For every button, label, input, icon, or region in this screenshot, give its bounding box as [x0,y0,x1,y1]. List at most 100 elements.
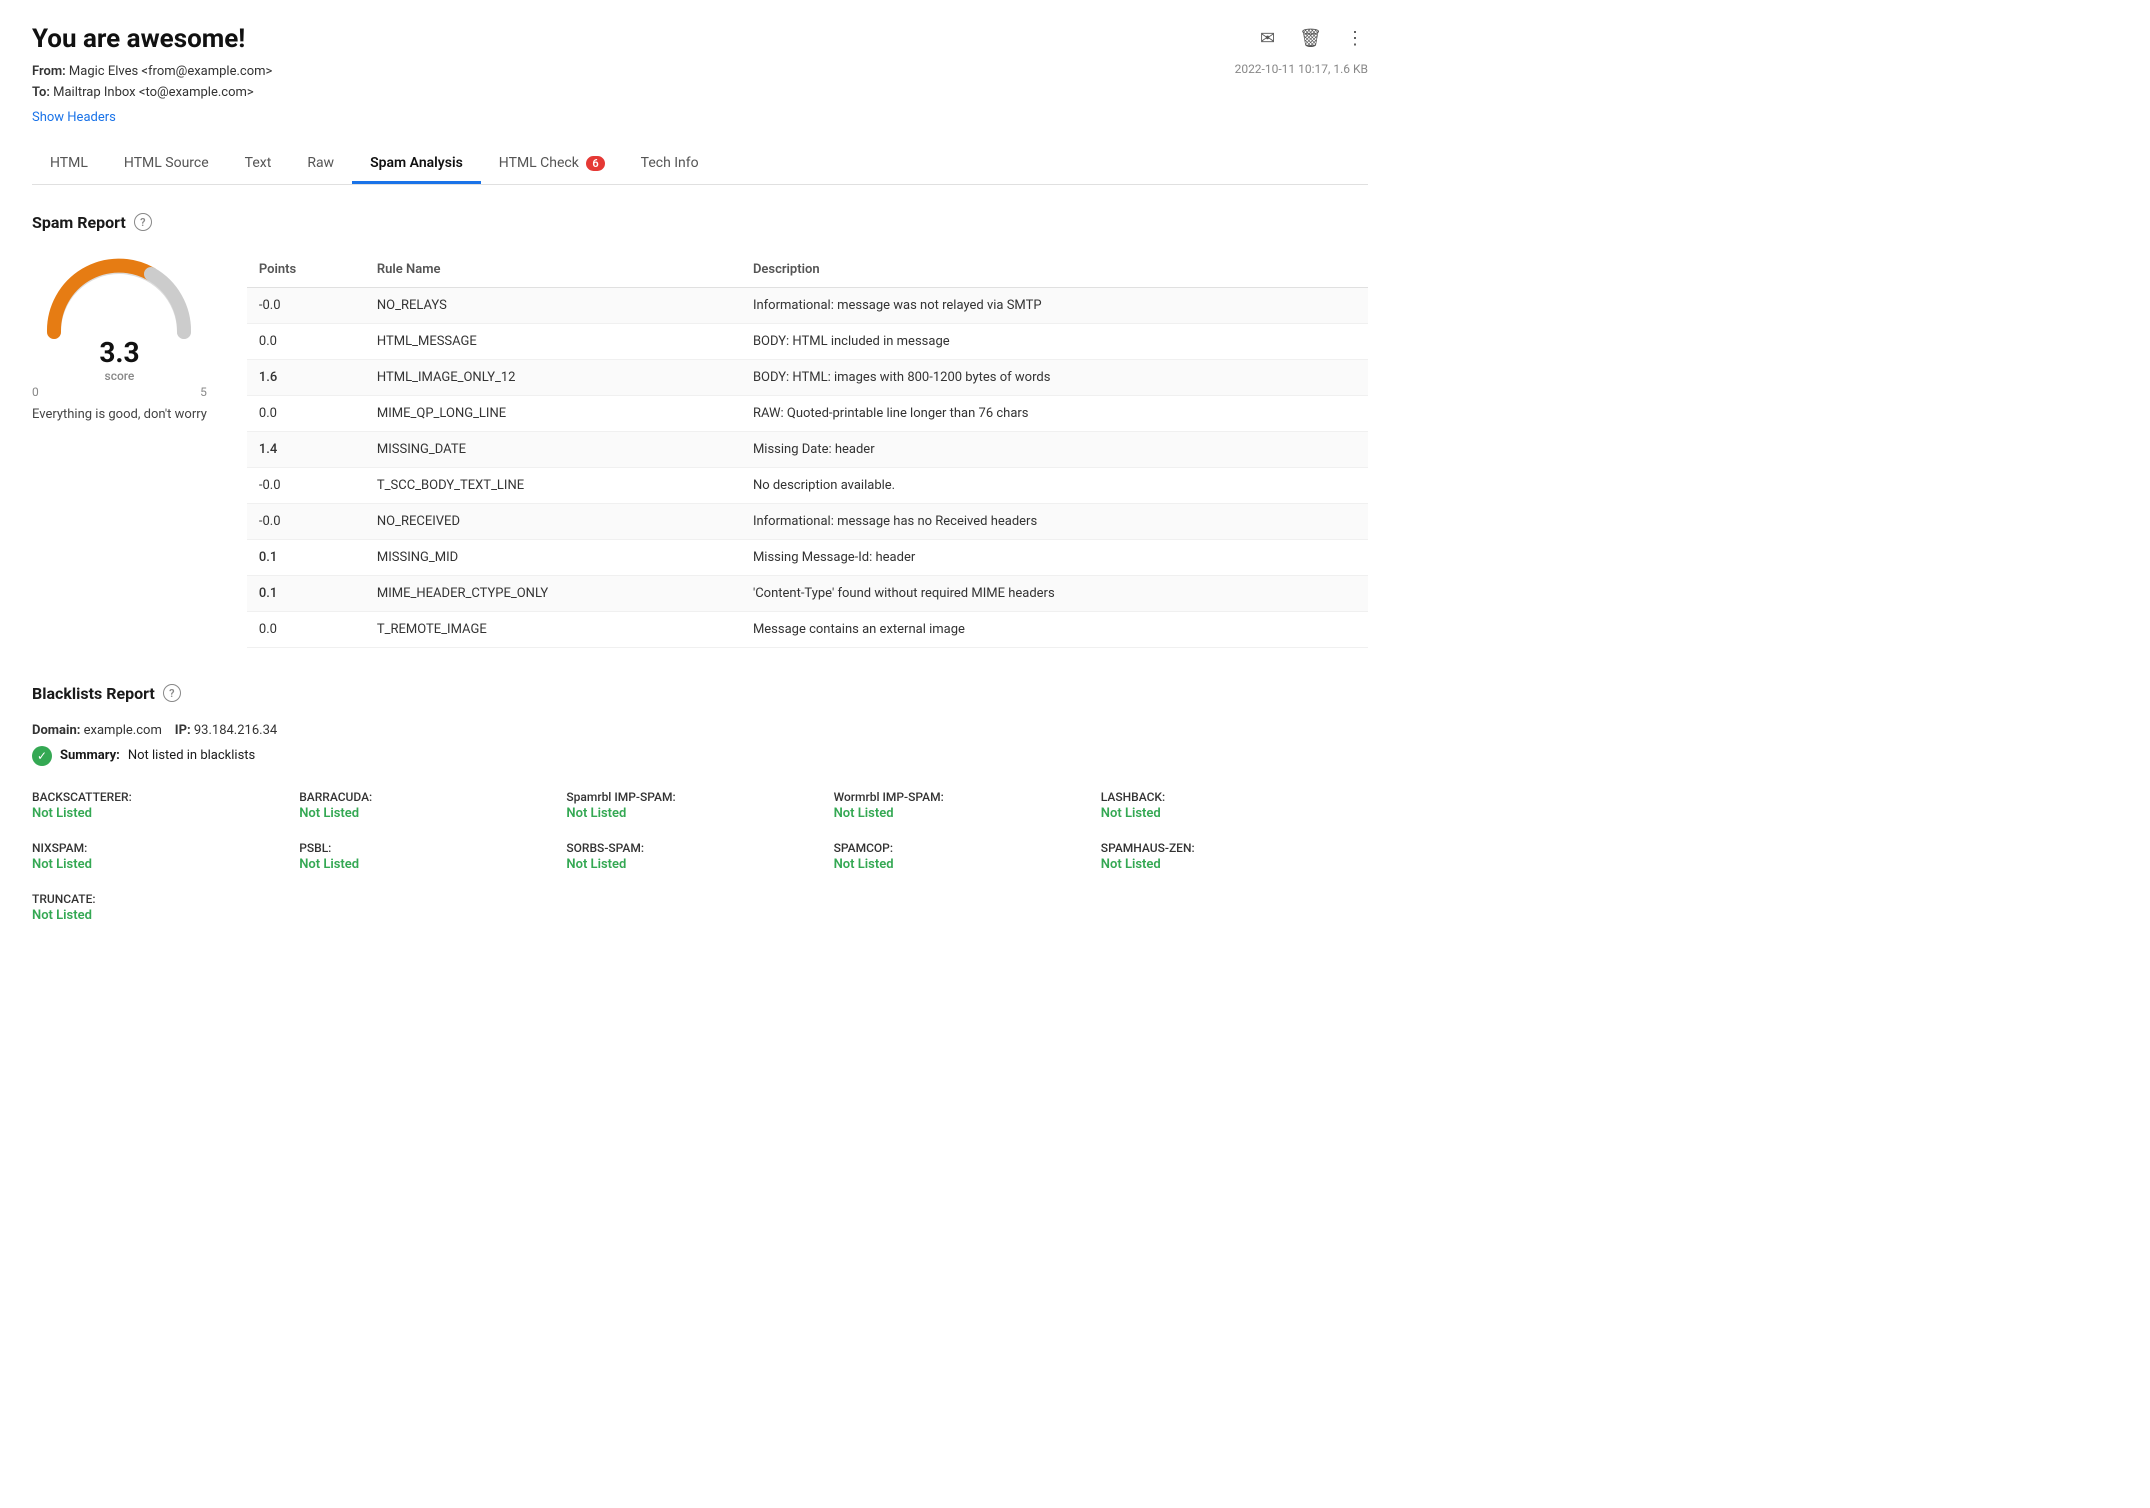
spam-table: Points Rule Name Description -0.0NO_RELA… [247,252,1368,648]
spam-table-body: -0.0NO_RELAYSInformational: message was … [247,287,1368,647]
to-line: To: Mailtrap Inbox <to@example.com> [32,83,272,104]
tab-text[interactable]: Text [227,145,290,184]
show-headers-link[interactable]: Show Headers [32,110,116,125]
cell-rule: MIME_HEADER_CTYPE_ONLY [365,575,741,611]
header-actions: ✉ 🗑 ⋮ [1256,24,1368,53]
bl-label: TRUNCATE: [32,892,299,906]
cell-rule: MISSING_DATE [365,431,741,467]
cell-rule: MISSING_MID [365,539,741,575]
list-item: SPAMHAUS-ZEN: Not Listed [1101,837,1368,876]
bl-value: Not Listed [32,908,299,923]
domain-value: example.com [84,723,162,738]
spam-report-help-icon[interactable]: ? [134,213,152,231]
bl-label: Wormrbl IMP-SPAM: [834,790,1101,804]
cell-description: Informational: message has no Received h… [741,503,1368,539]
cell-rule: HTML_MESSAGE [365,323,741,359]
bl-value: Not Listed [834,857,1101,872]
cell-points: -0.0 [247,287,365,323]
spam-report-section-title: Spam Report ? [32,213,1368,232]
gauge-svg [39,252,199,342]
cell-description: RAW: Quoted-printable line longer than 7… [741,395,1368,431]
check-icon: ✓ [32,746,52,766]
list-item: NIXSPAM:Not Listed [32,837,299,876]
cell-rule: NO_RELAYS [365,287,741,323]
bl-value: Not Listed [834,806,1101,821]
blacklists-summary: ✓ Summary: Not listed in blacklists [32,746,1368,766]
cell-points: 0.0 [247,395,365,431]
cell-description: BODY: HTML included in message [741,323,1368,359]
gauge-container: 3.3 score 0 5 Everything is good, don't … [32,252,207,422]
cell-rule: T_SCC_BODY_TEXT_LINE [365,467,741,503]
cell-points: 0.0 [247,611,365,647]
tab-tech-info[interactable]: Tech Info [623,145,717,184]
tab-spam-analysis[interactable]: Spam Analysis [352,145,481,184]
table-row: 0.0T_REMOTE_IMAGEMessage contains an ext… [247,611,1368,647]
tab-html-source[interactable]: HTML Source [106,145,227,184]
list-item: Wormrbl IMP-SPAM: Not Listed [834,786,1101,825]
tab-raw[interactable]: Raw [289,145,352,184]
from-line: From: Magic Elves <from@example.com> [32,62,272,83]
from-label: From: [32,64,66,79]
bl-value: Not Listed [1101,806,1368,821]
col-points: Points [247,252,365,288]
cell-rule: HTML_IMAGE_ONLY_12 [365,359,741,395]
cell-rule: NO_RECEIVED [365,503,741,539]
col-rule: Rule Name [365,252,741,288]
ip-value: 93.184.216.34 [194,723,277,738]
trash-icon-button[interactable]: 🗑 [1295,24,1326,53]
summary-label: Summary: [60,748,120,763]
email-icon-button[interactable]: ✉ [1256,24,1279,53]
cell-points: -0.0 [247,503,365,539]
tab-html-check[interactable]: HTML Check 6 [481,145,623,184]
to-label: To: [32,85,50,100]
blacklists-section: Blacklists Report ? Domain: example.com … [32,684,1368,927]
col-description: Description [741,252,1368,288]
table-row: -0.0NO_RECEIVEDInformational: message ha… [247,503,1368,539]
gauge-range: 0 5 [32,385,207,399]
bl-value: Not Listed [566,806,833,821]
bl-label: Spamrbl IMP-SPAM: [566,790,833,804]
cell-description: Informational: message was not relayed v… [741,287,1368,323]
blacklists-help-icon[interactable]: ? [163,684,181,702]
cell-points: 0.1 [247,575,365,611]
list-item: PSBL: Not Listed [299,837,566,876]
table-row: 0.0MIME_QP_LONG_LINERAW: Quoted-printabl… [247,395,1368,431]
bl-value: Not Listed [1101,857,1368,872]
cell-description: BODY: HTML: images with 800-1200 bytes o… [741,359,1368,395]
table-row: 0.1MISSING_MIDMissing Message-Id: header [247,539,1368,575]
spam-table-header-row: Points Rule Name Description [247,252,1368,288]
bl-value: Not Listed [32,857,299,872]
bl-value: Not Listed [299,806,566,821]
cell-points: -0.0 [247,467,365,503]
spam-report-layout: 3.3 score 0 5 Everything is good, don't … [32,252,1368,648]
cell-description: Missing Message-Id: header [741,539,1368,575]
list-item: TRUNCATE: Not Listed [32,888,299,927]
blacklists-grid: BACKSCATTERER:Not ListedBARRACUDA:Not Li… [32,786,1368,927]
table-row: 0.0HTML_MESSAGEBODY: HTML included in me… [247,323,1368,359]
table-row: -0.0T_SCC_BODY_TEXT_LINENo description a… [247,467,1368,503]
cell-points: 0.1 [247,539,365,575]
cell-rule: MIME_QP_LONG_LINE [365,395,741,431]
cell-description: Message contains an external image [741,611,1368,647]
to-value: Mailtrap Inbox <to@example.com> [53,85,254,100]
domain-label: Domain: [32,723,80,738]
blacklists-meta: Domain: example.com IP: 93.184.216.34 [32,723,1368,738]
bl-value: Not Listed [299,857,566,872]
ip-label: IP: [175,723,191,738]
bl-value: Not Listed [566,857,833,872]
bl-label: PSBL: [299,841,566,855]
more-icon-button[interactable]: ⋮ [1342,24,1368,53]
table-row: 0.1MIME_HEADER_CTYPE_ONLY'Content-Type' … [247,575,1368,611]
bl-label: SPAMHAUS-ZEN: [1101,841,1368,855]
cell-description: 'Content-Type' found without required MI… [741,575,1368,611]
cell-description: Missing Date: header [741,431,1368,467]
bl-label: SORBS-SPAM: [566,841,833,855]
table-row: 1.4MISSING_DATEMissing Date: header [247,431,1368,467]
from-value: Magic Elves <from@example.com> [69,64,272,79]
html-check-badge: 6 [586,156,604,171]
gauge-description: Everything is good, don't worry [32,407,207,422]
cell-description: No description available. [741,467,1368,503]
cell-points: 1.4 [247,431,365,467]
tab-html[interactable]: HTML [32,145,106,184]
bl-value: Not Listed [32,806,299,821]
